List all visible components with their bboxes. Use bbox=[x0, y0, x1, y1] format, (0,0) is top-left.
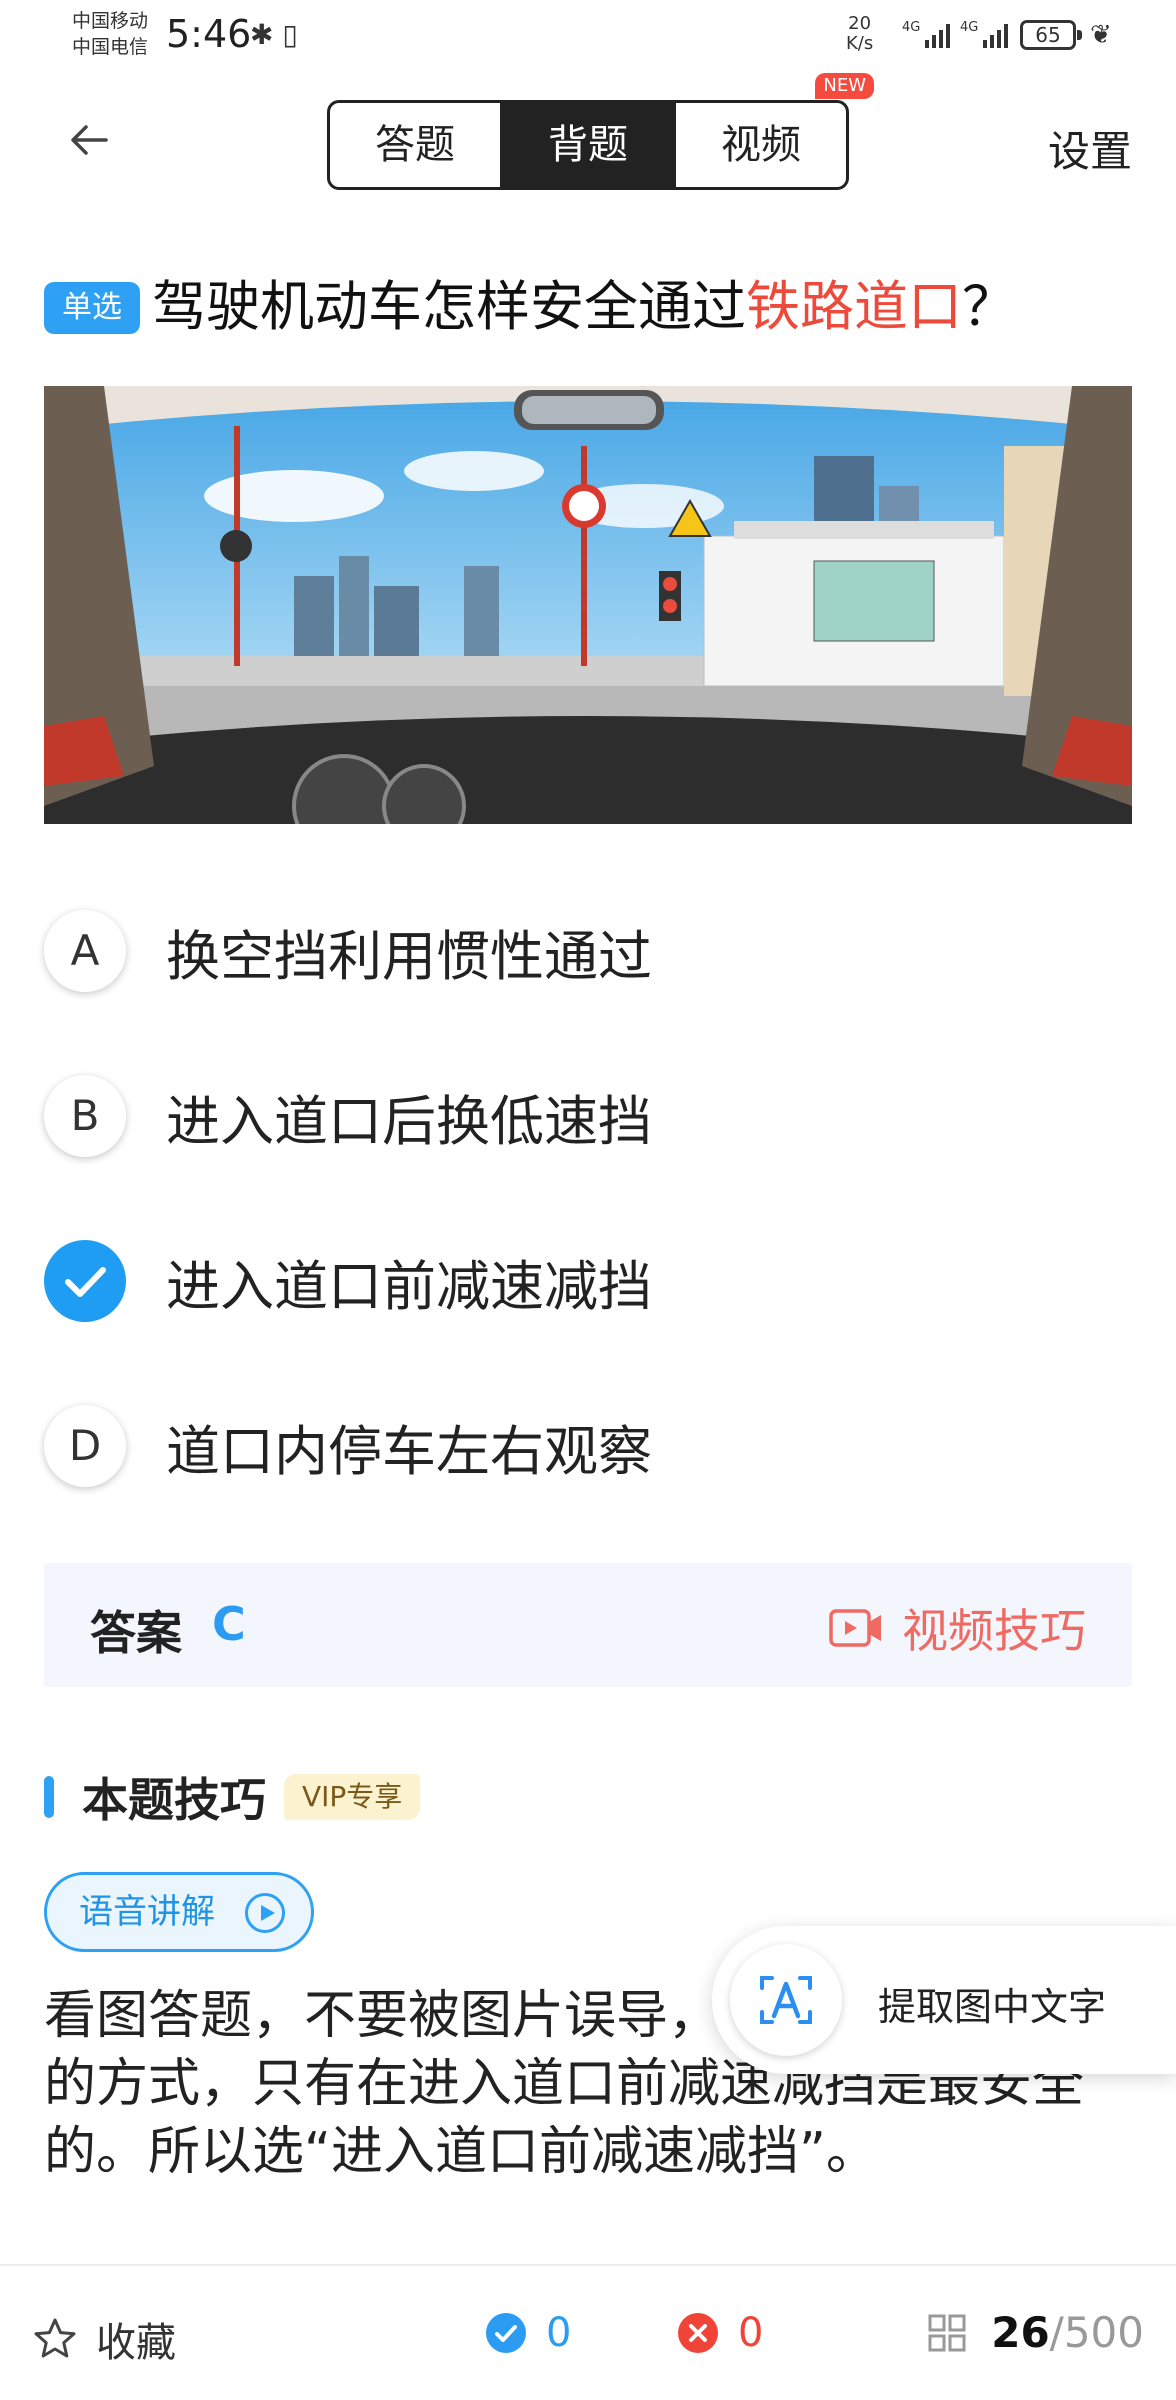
voice-explain-label: 语音讲解 bbox=[79, 1892, 215, 1932]
vibrate-icon: ▯ bbox=[282, 18, 298, 51]
signal-2-label: 4G bbox=[960, 20, 979, 35]
option-letter: D bbox=[44, 1405, 126, 1487]
correct-check-icon bbox=[486, 2313, 526, 2353]
checkmark-icon bbox=[65, 1267, 106, 1297]
option-text: 换空挡利用惯性通过 bbox=[166, 924, 652, 988]
net-speed-unit: K/s bbox=[846, 33, 874, 54]
tab-video[interactable]: 视频 NEW bbox=[673, 73, 874, 187]
status-bar: 中国移动 中国电信 5:46 ✱ ▯ 20 K/s 4G 4G 65 ❦ bbox=[0, 0, 1176, 72]
signal-2-icon: 4G bbox=[960, 20, 1009, 48]
arrow-left-icon bbox=[71, 125, 108, 155]
status-time: 5:46 bbox=[166, 12, 252, 56]
carrier-names: 中国移动 中国电信 bbox=[72, 8, 148, 60]
back-button[interactable] bbox=[66, 116, 126, 176]
question-title: 单选 驾驶机动车怎样安全通过铁路道口？ bbox=[44, 272, 1144, 342]
signal-1-label: 4G bbox=[902, 20, 921, 35]
question-progress-button[interactable]: 26/500 bbox=[927, 2308, 1144, 2357]
option-text: 道口内停车左右观察 bbox=[166, 1419, 652, 1483]
railway-crossing-illustration bbox=[44, 386, 1132, 824]
grid-icon bbox=[928, 2314, 966, 2351]
tips-title: 本题技巧 bbox=[82, 1773, 266, 1827]
mode-tabs: 答题 背题 视频 NEW bbox=[327, 73, 874, 190]
question-type-badge: 单选 bbox=[44, 282, 140, 334]
tab-memorize[interactable]: 背题 bbox=[500, 103, 673, 187]
battery-icon: 65 bbox=[1020, 20, 1082, 50]
net-speed: 20 K/s bbox=[846, 14, 873, 54]
top-nav: 答题 背题 视频 NEW 设置 bbox=[0, 73, 1176, 198]
wrong-x-icon bbox=[678, 2313, 718, 2353]
favorite-label: 收藏 bbox=[96, 2320, 176, 2366]
carrier-1: 中国移动 bbox=[72, 10, 149, 32]
option-b[interactable]: B 进入道口后换低速挡 bbox=[44, 1061, 1144, 1171]
tab-video-label: 视频 bbox=[721, 122, 801, 168]
answer-label: 答案 bbox=[90, 1606, 182, 1660]
bottom-bar: 收藏 0 0 26/500 bbox=[0, 2264, 1176, 2400]
option-text: 进入道口后换低速挡 bbox=[166, 1089, 652, 1153]
voice-explain-button[interactable]: 语音讲解 bbox=[44, 1872, 314, 1952]
option-letter: A bbox=[44, 910, 126, 992]
video-tip-button[interactable]: 视频技巧 bbox=[828, 1595, 1086, 1661]
question-text: 驾驶机动车怎样安全通过 bbox=[152, 275, 746, 338]
status-icons-left: ✱ ▯ bbox=[250, 18, 298, 51]
video-play-icon bbox=[829, 1609, 881, 1647]
star-icon bbox=[34, 2318, 76, 2358]
option-a[interactable]: A 换空挡利用惯性通过 bbox=[44, 896, 1144, 1006]
progress-current: 26 bbox=[991, 2308, 1050, 2357]
bluetooth-icon: ✱ bbox=[250, 18, 274, 51]
video-tip-label: 视频技巧 bbox=[902, 1604, 1086, 1658]
signal-1-icon: 4G bbox=[902, 20, 951, 48]
question-highlight: 铁路道口 bbox=[746, 275, 962, 338]
progress-total: /500 bbox=[1049, 2308, 1144, 2357]
question-illustration[interactable] bbox=[44, 386, 1132, 824]
answer-bar: 答案 C 视频技巧 bbox=[44, 1563, 1132, 1687]
option-c[interactable]: 进入道口前减速减挡 bbox=[44, 1226, 1144, 1336]
power-saving-leaf-icon: ❦ bbox=[1090, 20, 1112, 50]
favorite-button[interactable]: 收藏 bbox=[32, 2310, 176, 2368]
wrong-count-value: 0 bbox=[738, 2310, 764, 2356]
correct-count[interactable]: 0 bbox=[486, 2310, 571, 2356]
new-badge: NEW bbox=[815, 73, 874, 99]
net-speed-value: 20 bbox=[848, 13, 872, 34]
correct-count-value: 0 bbox=[546, 2310, 572, 2356]
carrier-2: 中国电信 bbox=[72, 36, 149, 58]
tips-header: 本题技巧 VIP专享 bbox=[44, 1762, 421, 1832]
tab-answer[interactable]: 答题 bbox=[330, 103, 500, 187]
answer-value: C bbox=[212, 1597, 246, 1651]
option-text: 进入道口前减速减挡 bbox=[166, 1254, 652, 1318]
option-d[interactable]: D 道口内停车左右观察 bbox=[44, 1391, 1144, 1501]
section-accent-bar bbox=[44, 1776, 54, 1818]
play-icon bbox=[245, 1893, 285, 1933]
ocr-scan-icon bbox=[730, 1944, 842, 2056]
vip-badge: VIP专享 bbox=[284, 1774, 421, 1820]
settings-button[interactable]: 设置 bbox=[1048, 118, 1132, 179]
check-icon bbox=[44, 1240, 126, 1322]
question-text-end: ？ bbox=[962, 275, 1016, 338]
ocr-label: 提取图中文字 bbox=[878, 1985, 1107, 2029]
wrong-count[interactable]: 0 bbox=[678, 2310, 763, 2356]
option-letter: B bbox=[44, 1075, 126, 1157]
ocr-extract-text-chip[interactable]: 提取图中文字 bbox=[712, 1926, 1176, 2074]
